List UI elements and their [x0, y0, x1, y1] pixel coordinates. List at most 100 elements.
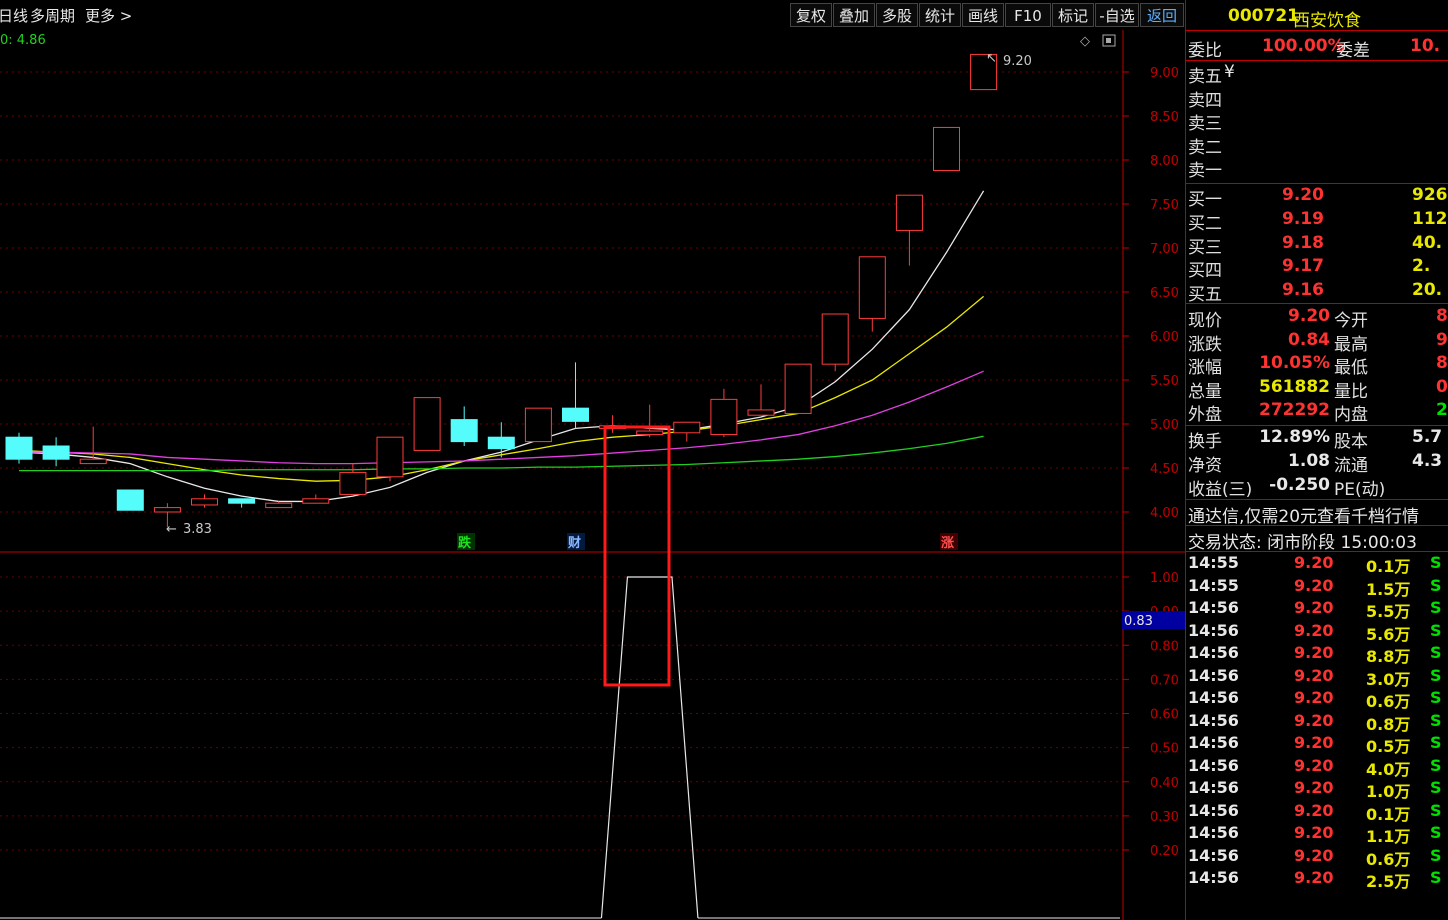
draw-line-button[interactable]: 画线: [962, 3, 1004, 27]
lower-tick-label: 0.50: [1150, 742, 1179, 757]
tab-multi-period[interactable]: 多周期: [30, 5, 75, 26]
high-price-label: 9.20: [1003, 54, 1032, 69]
tick-row: 14:55 9.20 1.5万 S: [1188, 575, 1442, 599]
price-tick-label: 4.50: [1150, 462, 1179, 477]
tick-row: 14:56 9.20 1.1万 S: [1188, 823, 1442, 846]
restore-rights-button[interactable]: 复权: [790, 3, 832, 27]
price-tick-label: 6.00: [1150, 330, 1179, 345]
chart-toolbar: 日线 多周期 更多 > 复权 叠加 多股 统计 画线 F10 标记 -自选 返回: [0, 0, 1185, 30]
weibi-row: 委比 100.00% 委差 10.: [1188, 36, 1441, 61]
tick-row: 14:56 9.20 5.6万 S: [1188, 620, 1442, 644]
tick-row: 14:56 9.20 0.1万 S: [1188, 800, 1442, 824]
ask-row: 卖二: [1188, 137, 1222, 158]
stock-code: 000721: [1228, 6, 1299, 26]
price-tick-label: 9.00: [1150, 66, 1179, 81]
bid-row: 买一 9.20 926: [1188, 185, 1448, 210]
stat2-row: 净资 1.08 流通 4.3: [1188, 450, 1443, 476]
tick-row: 14:56 9.20 0.5万 S: [1188, 733, 1442, 756]
candle-body: [895, 194, 923, 231]
ask-row: 卖三: [1188, 114, 1222, 134]
remove-watchlist-button[interactable]: -自选: [1095, 3, 1139, 27]
tick-row: 14:56 9.20 0.6万 S: [1188, 688, 1442, 711]
lower-tick-label: 0.60: [1150, 708, 1179, 723]
candle-body: [191, 498, 218, 506]
statistics-button[interactable]: 统计: [919, 3, 961, 27]
kline-chart[interactable]: 9.00 8.50 8.00 7.50 7.00 6.50 6.00 5.50 5.00 4.50…: [0, 30, 1185, 920]
tick-row: 14:56 9.20 2.5万 S: [1188, 868, 1442, 891]
more-menu[interactable]: 更多 >: [85, 5, 132, 26]
low-price-label: 3.83: [183, 522, 212, 537]
stat-row: 涨跌 0.84 最高 9: [1188, 329, 1448, 355]
candle-body: [747, 409, 775, 416]
candle-body: [376, 436, 404, 478]
lower-tick-label: 0.30: [1150, 810, 1179, 825]
multi-stock-button[interactable]: 多股: [876, 3, 918, 27]
candle-body: [79, 458, 107, 465]
candle-body: [228, 498, 256, 504]
candle-body: [42, 445, 70, 460]
ask-row: 卖四: [1188, 90, 1222, 111]
f10-button[interactable]: F10: [1005, 3, 1051, 27]
stock-header: 000721 西安饮食: [1186, 6, 1448, 31]
mark-button[interactable]: 标记: [1052, 3, 1094, 27]
stock-name: 西安饮食: [1293, 11, 1361, 31]
ask-row: 卖五 ¥: [1188, 62, 1235, 87]
tick-row: 14:56 9.20 3.0万 S: [1188, 665, 1442, 689]
candle-body: [5, 436, 33, 460]
candle-body: [933, 126, 960, 172]
low-arrow-icon: ←: [166, 522, 177, 537]
price-tick-label: 8.50: [1150, 110, 1179, 125]
lower-tick-label: 0.40: [1150, 776, 1179, 791]
lower-tick-label: 1.00: [1150, 571, 1179, 586]
price-tick-label: 5.00: [1150, 418, 1179, 433]
ask-row: 卖一: [1188, 161, 1222, 181]
marker-finance: 财: [568, 535, 581, 551]
tick-row: 14:56 9.20 0.6万 S: [1188, 845, 1442, 869]
candle-body: [524, 407, 552, 443]
price-tick-label: 5.50: [1150, 374, 1179, 389]
tick-row: 14:56 9.20 0.8万 S: [1188, 710, 1442, 734]
bid-row: 买三 9.18 40.: [1188, 232, 1443, 258]
tab-daily[interactable]: 日线: [0, 5, 28, 26]
candle-body: [116, 489, 144, 511]
tick-row: 14:56 9.20 4.0万 S: [1188, 755, 1442, 779]
indicator-label: 0: 4.86: [0, 33, 46, 48]
event-markers: 跌 财 涨: [457, 533, 958, 551]
candle-body: [858, 256, 886, 319]
bid-row: 买四 9.17 2.: [1188, 256, 1431, 282]
candle-body: [339, 471, 367, 495]
lower-tick-label: 0.20: [1150, 844, 1179, 859]
stat-row: 外盘272292内盘289: [1188, 400, 1448, 426]
marker-fall: 跌: [458, 535, 472, 551]
candle-body: [487, 436, 515, 450]
candle-body: [710, 398, 738, 436]
lower-tick-label: 0.70: [1150, 673, 1179, 688]
candle-body: [153, 507, 181, 513]
weibi-value: 100.00%: [1262, 36, 1345, 56]
lower-tick-label: 0.80: [1150, 639, 1179, 654]
upgrade-ad[interactable]: 通达信,仅需20元查看千档行情: [1186, 502, 1448, 527]
diamond-icon: ◇: [1080, 34, 1090, 49]
candle-body: [450, 419, 478, 443]
stat-row: 现价 9.20 今开 8: [1188, 306, 1448, 331]
axes: 9.00 8.50 8.00 7.50 7.00 6.50 6.00 5.50 5.00 4.50…: [0, 30, 1185, 920]
overlay-button[interactable]: 叠加: [833, 3, 875, 27]
stat-row: 总量 561882 量比 0: [1188, 376, 1448, 402]
bid-row: 买五 9.16 20.: [1188, 280, 1443, 306]
back-button[interactable]: 返回: [1140, 3, 1184, 27]
price-tick-label: 6.50: [1150, 286, 1179, 301]
marker-rise: 涨: [940, 536, 954, 551]
candle-body: [413, 397, 441, 451]
chart-grid: [0, 71, 1123, 851]
high-arrow-icon: ↖: [986, 51, 997, 66]
candle-body: [636, 430, 664, 436]
bid-row: 买二9.19112.: [1188, 208, 1448, 234]
candle-body: [562, 407, 589, 422]
price-tick-label: 8.00: [1150, 154, 1179, 169]
lower-value-label: 0.83: [1124, 614, 1153, 629]
tick-row: 14:56 9.20 5.5万 S: [1188, 598, 1442, 621]
price-tick-label: 7.00: [1150, 242, 1179, 257]
weicha-value: 10.: [1410, 36, 1441, 56]
stat-row: 涨幅 10.05% 最低 8: [1188, 353, 1448, 379]
candle-body: [784, 363, 812, 414]
